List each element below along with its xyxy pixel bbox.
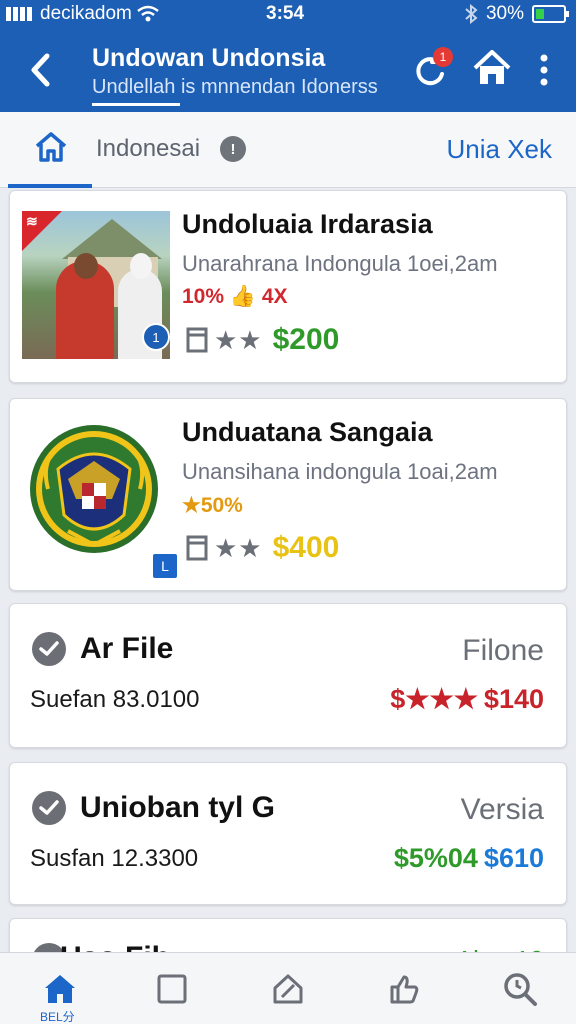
discount-text: 10% <box>182 285 225 308</box>
file-price-value: $140 <box>483 684 544 714</box>
back-button[interactable] <box>22 50 58 90</box>
bookmark-icon[interactable] <box>186 535 208 561</box>
listing-price: $200 <box>272 323 340 356</box>
listing-price: $400 <box>272 531 340 564</box>
listing-meta: ★★ $400 <box>186 531 339 565</box>
home-icon <box>473 50 511 84</box>
info-icon[interactable]: ! <box>220 136 246 162</box>
bluetooth-icon <box>465 4 478 24</box>
file-type-label: Filone <box>462 634 544 667</box>
flag-corner-icon: ≋ <box>22 211 62 251</box>
signal-icon <box>6 7 32 21</box>
home-filled-icon <box>45 975 75 1003</box>
home-outline-icon <box>35 132 67 162</box>
rating-stars: ★★ <box>214 532 263 563</box>
tab-strip: Indonesai ! Unia Xek <box>0 112 576 188</box>
nav-square[interactable] <box>148 969 196 1009</box>
file-price: $★★★ $140 <box>390 684 544 715</box>
file-row-card[interactable]: Ar File Filone Suefan 83.0100 $★★★ $140 <box>9 603 567 748</box>
carrier-name: decikadom <box>40 3 132 24</box>
status-bar: decikadom 3:54 30% <box>0 0 576 28</box>
listing-title: Unduatana Sangaia <box>182 417 433 447</box>
file-price-rating: $★★★ <box>390 684 478 714</box>
bottom-navigation <box>0 952 576 1024</box>
file-row-header: Unioban tyl G <box>32 791 275 825</box>
listing-title: Undoluaia Irdarasia <box>182 209 433 239</box>
square-icon <box>157 974 187 1004</box>
garuda-emblem-icon <box>30 425 158 553</box>
tab-home[interactable] <box>8 112 92 188</box>
listing-photo: ≋ 1 <box>22 211 170 359</box>
search-clock-icon <box>504 973 537 1006</box>
page-title: Undowan Undonsia <box>92 44 326 72</box>
tag-icon <box>273 974 303 1004</box>
notification-badge: 1 <box>433 47 453 67</box>
kebab-menu-icon <box>540 54 548 86</box>
battery-icon <box>532 5 569 23</box>
nav-home[interactable] <box>36 969 84 1009</box>
bookmark-icon[interactable] <box>186 327 208 353</box>
nav-like[interactable] <box>380 969 428 1009</box>
file-title: Unioban tyl G <box>80 791 275 824</box>
nav-home-label: BEL分 <box>40 1010 75 1024</box>
listing-promo: ★50% <box>182 494 243 517</box>
file-size: Susfan 12.3300 <box>30 845 199 872</box>
clock: 3:54 <box>266 3 305 24</box>
file-price: $5%04 $610 <box>394 843 544 874</box>
listing-card[interactable]: L Unduatana Sangaia Unansihana indongula… <box>9 398 567 591</box>
file-row-header: Ar File <box>32 632 173 666</box>
nav-search[interactable] <box>496 969 544 1009</box>
emblem-image: L <box>28 419 179 580</box>
nav-tag[interactable] <box>264 969 312 1009</box>
active-tab-indicator <box>8 184 92 188</box>
app-bar: Undowan Undonsia Undlellah is mnnendan I… <box>0 28 576 112</box>
file-version-label: Versia <box>460 793 544 826</box>
carrier-info: decikadom <box>6 3 160 25</box>
listing-meta: ★★ $200 <box>186 323 339 357</box>
thumbs-up-icon <box>390 975 419 1004</box>
file-title: Ar File <box>80 632 174 665</box>
file-size: Suefan 83.0100 <box>30 686 200 713</box>
back-arrow-icon <box>31 53 50 87</box>
page-subtitle: Undlellah is mnnendan Idonerss <box>92 76 378 106</box>
rating-stars: ★★ <box>214 324 263 355</box>
battery-percent: 30% <box>485 3 524 24</box>
tab-link[interactable]: Unia Xek <box>447 134 553 165</box>
emblem-badge: L <box>151 552 179 580</box>
listing-card[interactable]: ≋ 1 Undoluaia Irdarasia Unarahrana Indon… <box>9 190 567 383</box>
check-circle-icon[interactable] <box>32 791 66 825</box>
wifi-icon <box>137 5 159 22</box>
listing-promo: 10% 👍 4X <box>182 285 288 309</box>
multiplier-text: 4X <box>261 285 288 308</box>
tab-indonesia-label[interactable]: Indonesai <box>96 135 200 163</box>
photo-badge: 1 <box>142 323 170 351</box>
more-menu-button[interactable] <box>530 50 558 90</box>
page-subtitle-text: Undlellah is mnnendan Idonerss <box>92 76 378 98</box>
home-button[interactable] <box>472 48 512 92</box>
file-price-value: $610 <box>483 843 544 873</box>
listing-subtitle: Unansihana indongula 1oai,2am <box>182 459 498 484</box>
file-price-discount: $5%04 <box>393 843 478 873</box>
thumbs-up-icon: 👍 <box>229 285 257 308</box>
status-right: 30% <box>464 3 569 25</box>
check-circle-icon[interactable] <box>32 632 66 666</box>
listing-subtitle: Unarahrana Indongula 1oei,2am <box>182 251 498 276</box>
file-row-card[interactable]: Unioban tyl G Versia Susfan 12.3300 $5%0… <box>9 762 567 905</box>
